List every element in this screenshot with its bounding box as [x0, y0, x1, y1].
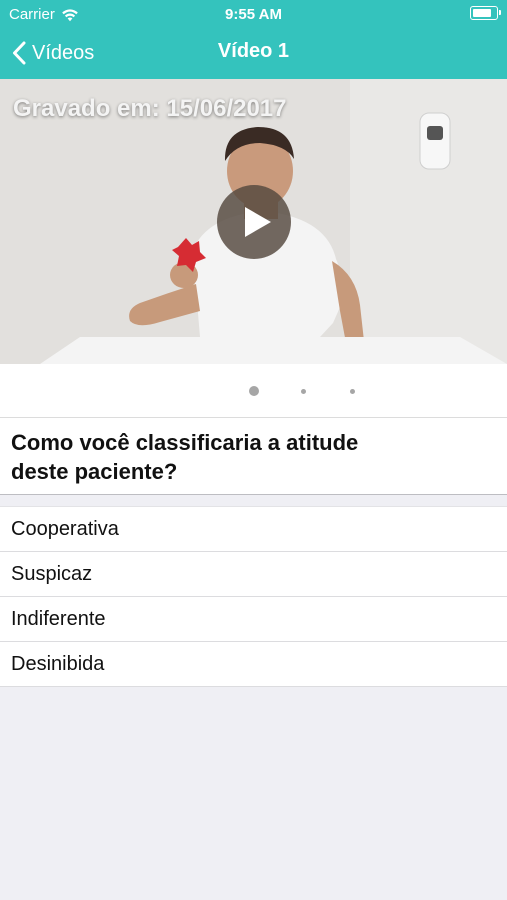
status-bar: Carrier 9:55 AM — [0, 0, 507, 28]
status-time: 9:55 AM — [225, 6, 282, 23]
play-button[interactable] — [217, 185, 291, 259]
answer-option[interactable]: Cooperativa — [0, 507, 507, 552]
back-button[interactable]: Vídeos — [12, 38, 94, 68]
answer-option[interactable]: Indiferente — [0, 597, 507, 642]
page-indicator — [0, 364, 507, 417]
play-icon — [245, 207, 271, 237]
question-text: Como você classificaria a atitude deste … — [11, 430, 359, 484]
battery-level — [473, 9, 491, 17]
answer-options-list: Cooperativa Suspicaz Indiferente Desinib… — [0, 506, 507, 687]
answer-option[interactable]: Suspicaz — [0, 552, 507, 597]
question-card: Como você classificaria a atitude deste … — [0, 417, 507, 495]
video-player[interactable]: Gravado em: 15/06/2017 — [0, 79, 507, 364]
back-button-label: Vídeos — [32, 41, 95, 64]
recorded-date-label: Gravado em: 15/06/2017 — [13, 95, 287, 122]
chevron-left-icon — [13, 41, 26, 65]
page-dot[interactable] — [301, 389, 306, 394]
page-dot[interactable] — [350, 389, 355, 394]
navigation-header: Carrier 9:55 AM Vídeos Vídeo 1 — [0, 0, 507, 79]
answer-option[interactable]: Desinibida — [0, 642, 507, 687]
battery-icon — [470, 6, 501, 20]
page-dot-active[interactable] — [249, 386, 259, 396]
battery-tip — [499, 10, 501, 15]
nav-bar: Vídeos Vídeo 1 — [0, 28, 507, 79]
